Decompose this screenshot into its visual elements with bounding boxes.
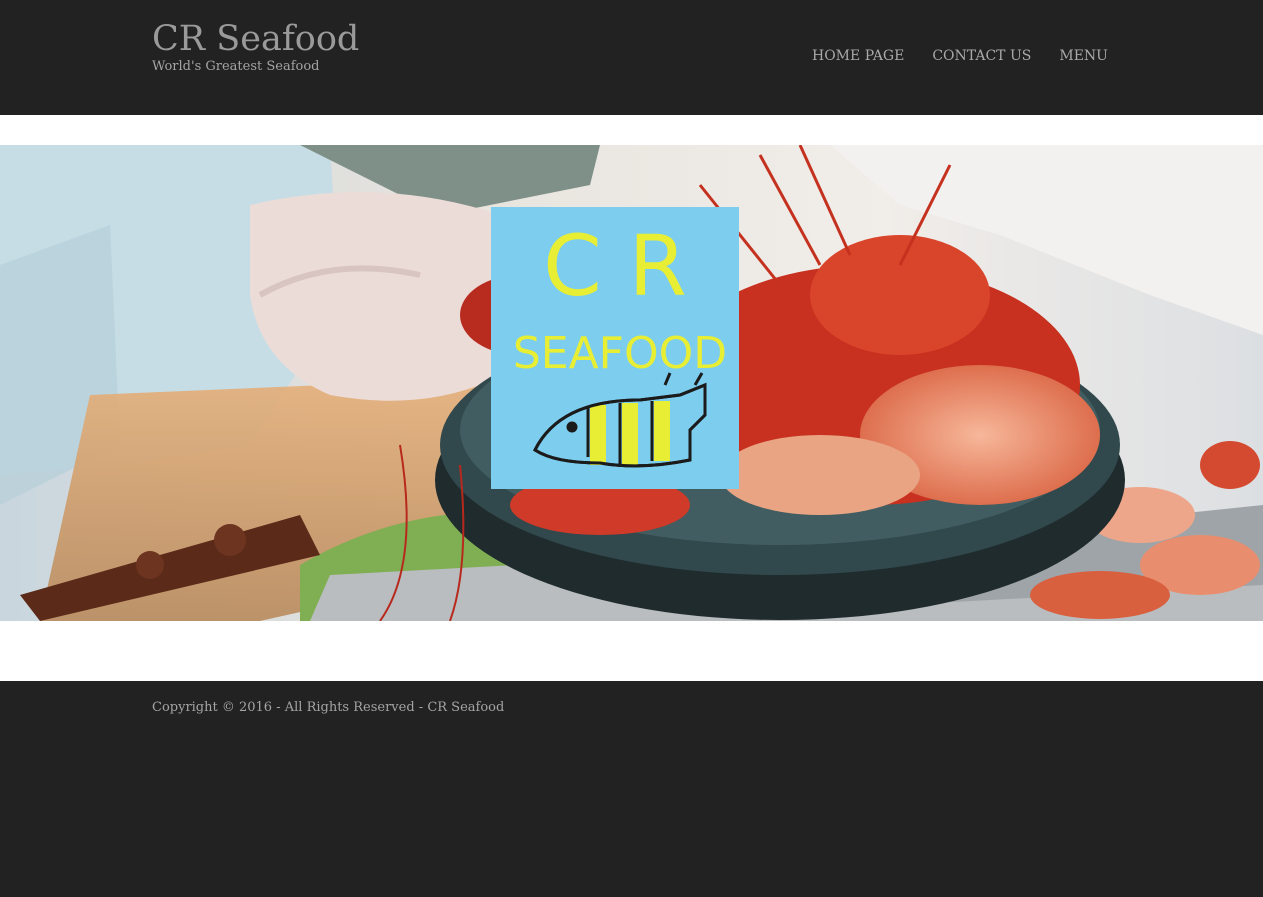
hero-banner: C R SEAFOOD: [0, 145, 1263, 621]
logo-line2: SEAFOOD: [513, 328, 727, 379]
site-footer: Copyright © 2016 - All Rights Reserved -…: [0, 681, 1263, 897]
hero-seafood-image: C R SEAFOOD: [0, 145, 1263, 621]
copyright-text: Copyright © 2016 - All Rights Reserved -…: [152, 700, 505, 715]
main-nav: HOME PAGE CONTACT US MENU: [812, 47, 1108, 65]
nav-contact-us[interactable]: CONTACT US: [932, 47, 1031, 65]
logo-line1: C R: [543, 217, 687, 315]
nav-home-page[interactable]: HOME PAGE: [812, 47, 904, 65]
site-header: CR Seafood World's Greatest Seafood HOME…: [0, 0, 1263, 115]
site-tagline: World's Greatest Seafood: [152, 59, 320, 74]
nav-menu[interactable]: MENU: [1059, 47, 1108, 65]
site-title[interactable]: CR Seafood: [152, 19, 359, 59]
